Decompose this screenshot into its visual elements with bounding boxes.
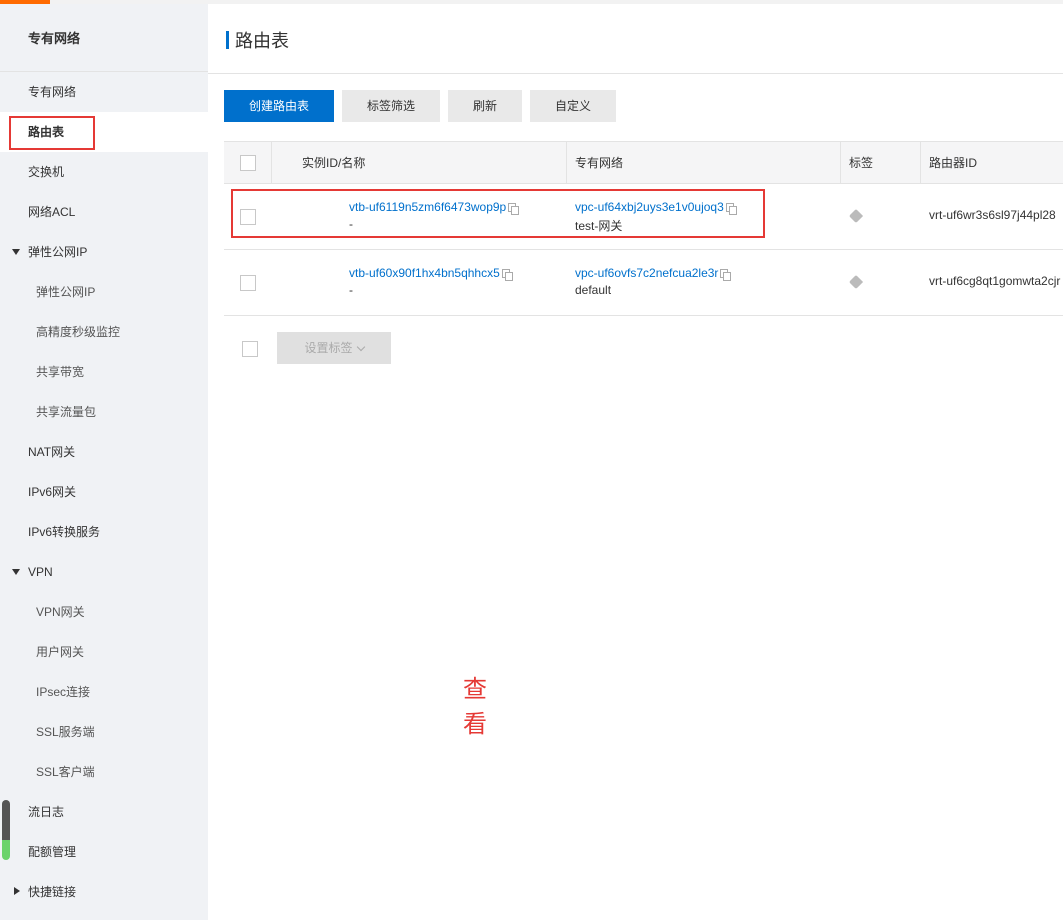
instance-cell: vtb-uf60x90f1hx4bn5qhhcx5 - <box>272 250 567 316</box>
batch-select-checkbox[interactable] <box>242 341 258 357</box>
sidebar-group-eip[interactable]: 弹性公网IP <box>0 232 208 272</box>
create-route-table-button[interactable]: 创建路由表 <box>224 90 334 122</box>
select-all-checkbox[interactable] <box>240 155 256 171</box>
sidebar-item-flow-log[interactable]: 流日志 <box>0 792 208 832</box>
sidebar-item-label: 共享带宽 <box>36 365 85 379</box>
header-router-id: 路由器ID <box>929 156 978 170</box>
copy-icon[interactable] <box>720 268 732 281</box>
sidebar-item-label: VPN <box>28 565 53 579</box>
tag-filter-button[interactable]: 标签筛选 <box>342 90 440 122</box>
sidebar: 专有网络 专有网络 路由表 交换机 网络ACL 弹性公网IP 弹性公网IP 高精… <box>0 4 208 920</box>
highlight-box-route-table <box>9 116 95 150</box>
header-tags: 标签 <box>841 142 921 184</box>
table-header: 实例ID/名称 专有网络 标签 路由器ID <box>224 142 1063 184</box>
table-row: vtb-uf60x90f1hx4bn5qhhcx5 - vpc-uf6ovfs7… <box>224 250 1063 316</box>
caret-down-icon <box>12 569 20 575</box>
sidebar-item-label: IPv6转换服务 <box>28 525 101 539</box>
route-table-name: - <box>349 283 353 297</box>
sidebar-item-label: 共享流量包 <box>36 405 97 419</box>
router-id: vrt-uf6wr3s6sl97j44pl28 <box>929 208 1056 222</box>
sidebar-item-quota[interactable]: 配额管理 <box>0 832 208 872</box>
tag-icon[interactable] <box>848 274 864 290</box>
sidebar-item-ipv6-translation[interactable]: IPv6转换服务 <box>0 512 208 552</box>
main-content: 路由表 创建路由表 标签筛选 刷新 自定义 实例ID/名称 专有网络 标签 路由… <box>208 4 1063 920</box>
set-tags-button[interactable]: 设置标签 <box>277 332 391 364</box>
row-select-cell <box>224 250 272 316</box>
sidebar-item-label: NAT网关 <box>28 445 76 459</box>
copy-icon[interactable] <box>501 268 513 281</box>
sidebar-item-label: 快捷链接 <box>28 885 77 899</box>
tags-cell <box>841 184 921 250</box>
sidebar-item-vpn-gateway[interactable]: VPN网关 <box>0 592 208 632</box>
sidebar-item-label: 配额管理 <box>28 845 77 859</box>
sidebar-item-nat-gateway[interactable]: NAT网关 <box>0 432 208 472</box>
sidebar-item-hires-monitor[interactable]: 高精度秒级监控 <box>0 312 208 352</box>
sidebar-group-vpn[interactable]: VPN <box>0 552 208 592</box>
sidebar-item-eip[interactable]: 弹性公网IP <box>0 272 208 312</box>
sidebar-item-label: IPv6网关 <box>28 485 77 499</box>
sidebar-title: 专有网络 <box>0 4 208 72</box>
page-header: 路由表 <box>208 4 1063 74</box>
vpc-id-link[interactable]: vpc-uf6ovfs7c2nefcua2le3r <box>575 266 718 280</box>
sidebar-item-label: 流日志 <box>28 805 65 819</box>
sidebar-item-vpc[interactable]: 专有网络 <box>0 72 208 112</box>
vpc-name: default <box>575 283 612 297</box>
customize-button[interactable]: 自定义 <box>530 90 616 122</box>
set-tags-label: 设置标签 <box>304 341 353 355</box>
sidebar-item-label: IPsec连接 <box>36 685 91 699</box>
sidebar-item-label: 交换机 <box>28 165 65 179</box>
sidebar-item-label: 弹性公网IP <box>28 245 88 259</box>
sidebar-item-label: 专有网络 <box>28 85 77 99</box>
page-title: 路由表 <box>235 31 289 51</box>
sidebar-item-label: 弹性公网IP <box>36 285 96 299</box>
annotation-view-text: 查看 <box>463 675 487 738</box>
sidebar-scroll-handle[interactable] <box>2 800 10 860</box>
sidebar-item-label: 用户网关 <box>36 645 85 659</box>
vpc-cell: vpc-uf6ovfs7c2nefcua2le3r default <box>567 250 841 316</box>
caret-down-icon <box>12 249 20 255</box>
sidebar-item-label: SSL客户端 <box>36 765 95 779</box>
sidebar-item-shared-traffic[interactable]: 共享流量包 <box>0 392 208 432</box>
sidebar-item-ipv6-gateway[interactable]: IPv6网关 <box>0 472 208 512</box>
row-checkbox[interactable] <box>240 275 256 291</box>
sidebar-item-customer-gateway[interactable]: 用户网关 <box>0 632 208 672</box>
toolbar: 创建路由表 标签筛选 刷新 自定义 <box>224 90 616 122</box>
sidebar-item-network-acl[interactable]: 网络ACL <box>0 192 208 232</box>
caret-right-icon <box>14 887 20 895</box>
router-id: vrt-uf6cg8qt1gomwta2cjr <box>929 274 1061 288</box>
header-select-cell <box>224 142 272 184</box>
chevron-down-icon <box>356 343 365 352</box>
refresh-button[interactable]: 刷新 <box>448 90 522 122</box>
tag-icon[interactable] <box>848 208 864 224</box>
sidebar-item-label: SSL服务端 <box>36 725 95 739</box>
sidebar-item-label: VPN网关 <box>36 605 85 619</box>
route-table-id-link[interactable]: vtb-uf60x90f1hx4bn5qhhcx5 <box>349 266 500 280</box>
highlight-box-first-row <box>231 189 765 238</box>
sidebar-item-label: 网络ACL <box>28 205 76 219</box>
header-instance-id: 实例ID/名称 <box>272 142 567 184</box>
tags-cell <box>841 250 921 316</box>
sidebar-group-quick-links[interactable]: 快捷链接 <box>0 872 208 912</box>
sidebar-item-ssl-server[interactable]: SSL服务端 <box>0 712 208 752</box>
sidebar-item-ssl-client[interactable]: SSL客户端 <box>0 752 208 792</box>
title-accent-bar <box>226 31 229 49</box>
sidebar-item-ipsec[interactable]: IPsec连接 <box>0 672 208 712</box>
sidebar-item-vswitch[interactable]: 交换机 <box>0 152 208 192</box>
header-vpc: 专有网络 <box>567 142 841 184</box>
sidebar-item-label: 高精度秒级监控 <box>36 325 121 339</box>
sidebar-item-shared-bandwidth[interactable]: 共享带宽 <box>0 352 208 392</box>
